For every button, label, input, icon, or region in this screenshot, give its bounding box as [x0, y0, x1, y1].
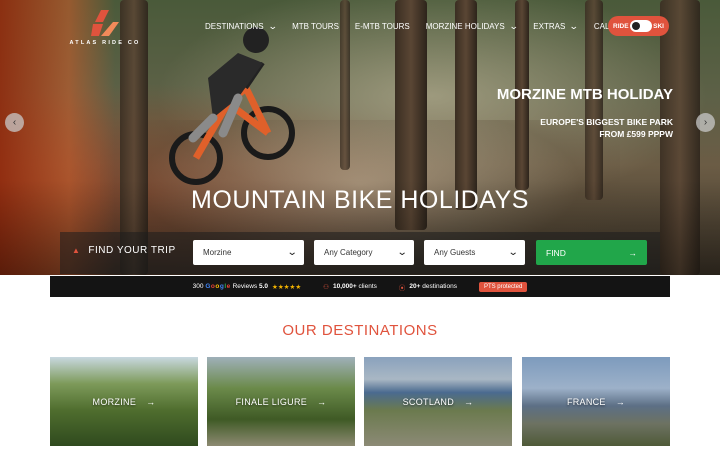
- destination-value: Morzine: [203, 248, 232, 257]
- nav-label: MTB TOURS: [292, 21, 339, 31]
- destination-card-finale-ligure[interactable]: FINALE LIGURE →: [207, 357, 355, 446]
- nav-mtb-tours[interactable]: MTB TOURS: [292, 22, 339, 31]
- brand-logo[interactable]: ATLAS RIDE CO: [60, 10, 150, 54]
- guests-select[interactable]: Any Guests ⌄: [424, 240, 525, 265]
- nav-label: E-MTB TOURS: [354, 21, 410, 31]
- find-trip-label: ▲ FIND YOUR TRIP: [72, 245, 176, 256]
- map-pin-icon: ⦿: [398, 284, 406, 292]
- category-select[interactable]: Any Category ⌄: [314, 240, 414, 265]
- rating-value: 5.0: [258, 283, 269, 290]
- chevron-left-icon: ‹: [12, 117, 17, 128]
- find-button-label: FIND: [546, 247, 566, 258]
- clients-label: clients: [358, 283, 377, 290]
- main-nav: DESTINATIONS ⌄ MTB TOURS E-MTB TOURS MORZ…: [205, 18, 643, 34]
- destinations-count: 20+: [409, 283, 421, 290]
- chevron-down-icon: ⌄: [569, 20, 579, 31]
- clients-count: 10,000+: [332, 283, 357, 290]
- arrow-right-icon: →: [146, 396, 156, 407]
- destination-label: SCOTLAND: [402, 396, 455, 407]
- slide-subtitle-line: EUROPE'S BIGGEST BIKE PARK: [540, 117, 673, 127]
- arrow-right-icon: →: [317, 396, 327, 407]
- pts-badge: PTS protected: [478, 281, 528, 292]
- destination-label: MORZINE: [92, 396, 137, 407]
- slide-price-line: FROM £599 PPPW: [599, 129, 673, 139]
- nav-label: DESTINATIONS: [205, 21, 264, 31]
- nav-label: MORZINE HOLIDAYS: [425, 21, 505, 31]
- hero-headline: MOUNTAIN BIKE HOLIDAYS: [191, 186, 529, 214]
- arrow-right-icon: →: [628, 247, 638, 258]
- toggle-track: [629, 20, 652, 32]
- nav-emtb-tours[interactable]: E-MTB TOURS: [355, 22, 410, 31]
- slide-subtitle: EUROPE'S BIGGEST BIKE PARK FROM £599 PPP…: [470, 116, 673, 140]
- star-rating-icon: ★★★★★: [272, 283, 302, 291]
- slide-title: MORZINE MTB HOLIDAY: [496, 86, 673, 103]
- destination-label: FRANCE: [566, 396, 606, 407]
- rider-image: [169, 27, 295, 185]
- destination-card-morzine[interactable]: MORZINE →: [50, 357, 198, 446]
- toggle-ride-label: RIDE: [613, 22, 629, 30]
- chevron-down-icon: ⌄: [267, 20, 278, 31]
- arrow-right-icon: →: [615, 396, 626, 407]
- destinations-title: OUR DESTINATIONS: [282, 322, 438, 339]
- chevron-down-icon: ⌄: [286, 247, 298, 258]
- chevron-down-icon: ⌄: [396, 247, 408, 258]
- toggle-knob: [631, 22, 640, 30]
- nav-destinations[interactable]: DESTINATIONS ⌄: [205, 20, 278, 32]
- guests-value: Any Guests: [434, 248, 476, 257]
- chevron-down-icon: ⌄: [507, 247, 519, 258]
- category-value: Any Category: [324, 248, 373, 257]
- reviews-count: 300: [192, 283, 204, 290]
- arrow-right-icon: →: [464, 396, 474, 407]
- toggle-ski-label: SKI: [653, 22, 664, 30]
- trust-bar: 300 Google Reviews 5.0 ★★★★★ ⚇ 10,000+ c…: [50, 276, 670, 297]
- ride-ski-toggle[interactable]: RIDE SKI: [608, 16, 669, 36]
- trip-search-bar: ▲ FIND YOUR TRIP Morzine ⌄ Any Category ⌄ …: [60, 232, 660, 274]
- find-trip-text: FIND YOUR TRIP: [88, 245, 176, 256]
- reviews-word: Reviews: [232, 283, 258, 290]
- destination-select[interactable]: Morzine ⌄: [193, 240, 304, 265]
- destination-card-scotland[interactable]: SCOTLAND →: [364, 357, 512, 446]
- destination-label: FINALE LIGURE: [235, 396, 308, 407]
- destination-card-france[interactable]: FRANCE →: [522, 357, 670, 446]
- destinations-label: destinations: [422, 283, 457, 290]
- find-button[interactable]: FIND →: [536, 240, 647, 265]
- chevron-right-icon: ›: [703, 117, 708, 128]
- nav-label: EXTRAS: [533, 21, 566, 31]
- users-icon: ⚇: [323, 283, 329, 291]
- slider-prev-button[interactable]: ‹: [5, 113, 24, 132]
- chevron-down-icon: ⌄: [508, 20, 519, 31]
- brand-name: ATLAS RIDE CO: [69, 40, 141, 46]
- logo-mark-icon: [91, 10, 119, 36]
- nav-extras[interactable]: EXTRAS ⌄: [533, 20, 579, 32]
- mountain-icon: ▲: [72, 246, 81, 255]
- slider-next-button[interactable]: ›: [696, 113, 715, 132]
- google-logo: Google: [205, 283, 231, 290]
- nav-morzine-holidays[interactable]: MORZINE HOLIDAYS ⌄: [425, 20, 519, 32]
